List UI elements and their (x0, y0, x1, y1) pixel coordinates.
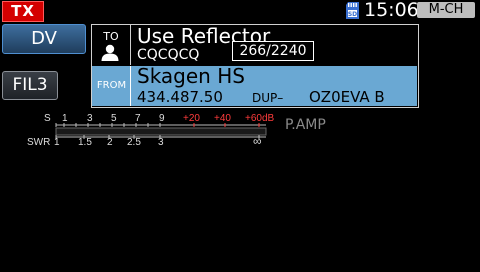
swr-scale-tick-label: 2.5 (127, 137, 141, 148)
sd-card-icon: SD (346, 2, 359, 19)
user-icon (101, 44, 119, 61)
memory-channel-badge[interactable]: M-CH (417, 2, 475, 18)
swr-meter-label: SWR (27, 137, 51, 148)
swr-infinity-label: ∞ (253, 134, 262, 148)
repeater-list-counter: 266/2240 (232, 41, 314, 61)
duplex-indicator: DUP– (252, 91, 284, 105)
from-callsign: OZ0EVA B (309, 88, 385, 106)
svg-text:SD: SD (348, 11, 357, 18)
to-callsign: CQCQCQ (137, 47, 200, 63)
preamp-indicator[interactable]: P.AMP (285, 117, 326, 133)
clock: 15:06 (364, 0, 419, 21)
swr-scale-tick-label: 1 (54, 137, 60, 148)
swr-scale-tick-label: 1.5 (78, 137, 92, 148)
from-frequency: 434.487.50 (137, 88, 223, 106)
to-label: TO (103, 30, 119, 43)
tx-indicator: TX (2, 1, 44, 22)
s-meter-label: S (44, 113, 51, 124)
from-repeater-name: Skagen HS (137, 64, 245, 88)
swr-scale-tick-label: 3 (158, 137, 164, 148)
swr-scale-tick-label: 2 (107, 137, 113, 148)
filter-button[interactable]: FIL3 (2, 71, 58, 100)
from-label: FROM (96, 80, 127, 91)
mode-dv-button[interactable]: DV (2, 24, 86, 54)
